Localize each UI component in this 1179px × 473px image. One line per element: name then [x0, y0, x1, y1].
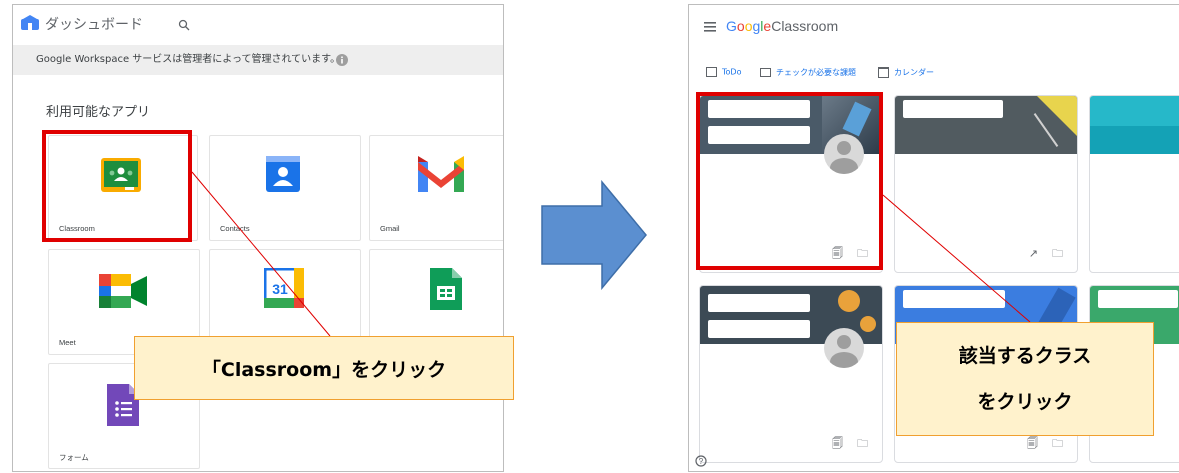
class-callout: 該当するクラス をクリック: [896, 322, 1154, 436]
class-callout-line2: をクリック: [977, 391, 1073, 413]
classroom-callout-text: 「Classroom」をクリック: [201, 358, 447, 381]
class-callout-line1: 該当するクラス: [958, 345, 1092, 367]
classroom-callout: 「Classroom」をクリック: [134, 336, 514, 400]
